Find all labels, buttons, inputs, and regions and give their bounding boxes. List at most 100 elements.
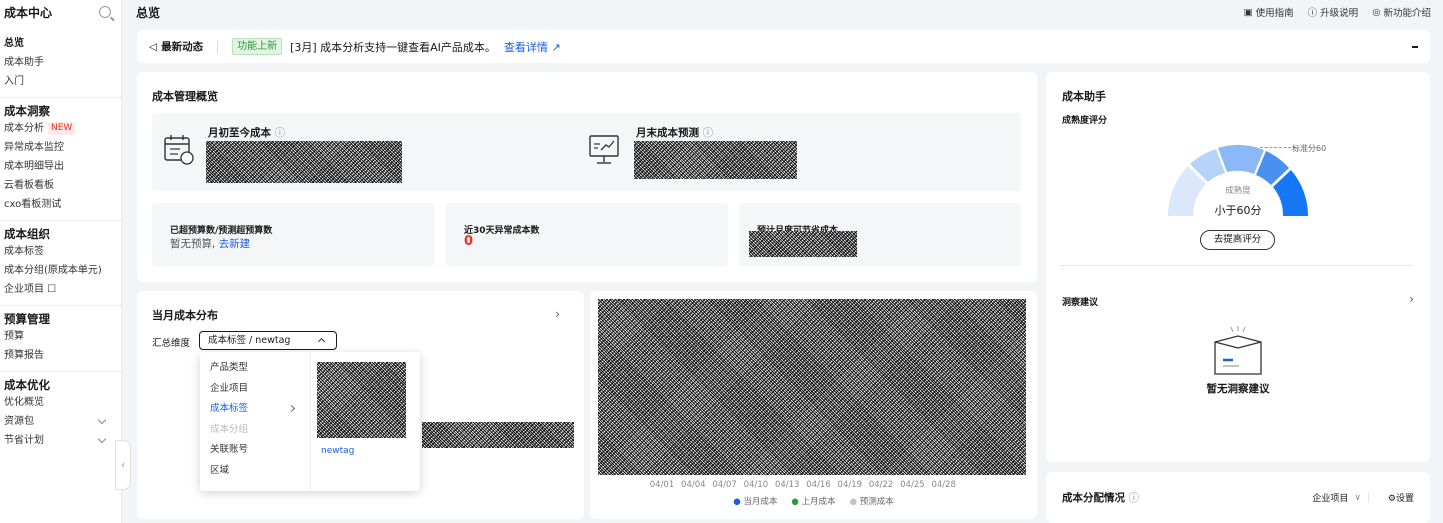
cost-summary-panel: 月初至今成本 ⓘ 月末成本预测 ⓘ (152, 113, 1021, 191)
help-icon[interactable]: ⓘ (275, 127, 286, 139)
sidebar-group-optimize: 成本优化 (0, 371, 121, 393)
create-budget-link[interactable]: 去新建 (219, 238, 251, 250)
trend-card: 04/01 04/04 04/07 04/10 04/13 04/16 04/19 04/22… (590, 291, 1037, 519)
legend-forecast[interactable]: ● 预测成本 (850, 495, 894, 507)
news-text: [3月] 成本分析支持一键查看AI产品成本。 (290, 40, 496, 54)
improve-score-button[interactable]: 去提高评分 (1200, 230, 1275, 250)
x-tick-label: 04/19 (838, 480, 863, 490)
budget-status: 暂无预算, 去新建 (170, 236, 250, 251)
x-tick-label: 04/13 (775, 480, 800, 490)
topbar: 总览 ▣ 使用指南 ⓘ 升级说明 ◎ 新功能介绍 (122, 0, 1443, 24)
sidebar-collapse-button[interactable]: ‹ (115, 440, 131, 490)
chevron-right-icon[interactable]: › (1409, 292, 1414, 306)
mtd-label: 月初至今成本 ⓘ (208, 125, 285, 140)
legend-dot: ● (733, 497, 741, 507)
calendar-chart-icon (164, 135, 194, 165)
saving-value-redacted (749, 231, 857, 257)
mtd-label-text: 月初至今成本 (208, 127, 271, 139)
forecast-value-redacted (634, 141, 797, 179)
sidebar-item-groups[interactable]: 成本分组(原成本单元) (0, 261, 121, 280)
divider (1060, 265, 1414, 266)
allocation-title-text: 成本分配情况 (1062, 492, 1125, 504)
budget-label: 已超预算数/预测超预算数 (170, 226, 273, 236)
sidebar-item-savings-plan[interactable]: 节省计划 (0, 431, 121, 450)
guide-link[interactable]: ▣ 使用指南 (1244, 5, 1294, 20)
distribution-chart-redacted (422, 422, 574, 448)
legend-current[interactable]: ● 当月成本 (733, 495, 777, 507)
collapse-news-button[interactable] (1412, 46, 1418, 48)
eye-icon: ◎ (1372, 6, 1381, 18)
sidebar-item-intro[interactable]: 入门 (0, 72, 121, 91)
sidebar-item-label: 节省计划 (4, 435, 44, 446)
upgrade-link[interactable]: ⓘ 升级说明 (1308, 5, 1359, 19)
legend-dot: ● (791, 497, 799, 507)
anomaly-panel: 近30天异常成本数 0 (446, 203, 728, 267)
gear-icon: ⚙ (1387, 494, 1396, 504)
trend-legend: ● 当月成本 ● 上月成本 ● 预测成本 (590, 495, 1037, 507)
overview-title: 成本管理概览 (152, 90, 218, 103)
sidebar-item-dashboard[interactable]: 云看板看板 (0, 176, 121, 195)
option-product-type[interactable]: 产品类型 (200, 358, 310, 379)
sidebar-item-label: 成本分析 (4, 123, 44, 134)
sidebar-item-anomaly[interactable]: 异常成本监控 (0, 138, 121, 157)
sidebar-item-budget[interactable]: 预算 (0, 327, 121, 346)
sub-option-newtag[interactable]: newtag (321, 446, 354, 456)
option-linked-account[interactable]: 关联账号 (200, 440, 310, 461)
divider (310, 352, 311, 491)
sidebar-group-org: 成本组织 (0, 220, 121, 242)
forecast-label: 月末成本预测 ⓘ (636, 125, 713, 140)
empty-box-icon (1214, 326, 1262, 375)
x-tick-label: 04/22 (869, 480, 894, 490)
insight-title: 洞察建议 (1062, 298, 1099, 308)
guide-link-label: 使用指南 (1255, 8, 1294, 19)
sidebar-item-packages[interactable]: 资源包 (0, 412, 121, 431)
anomaly-label: 近30天异常成本数 (464, 226, 540, 236)
sidebar-item-projects[interactable]: 企业项目 ☐ (0, 280, 121, 299)
allocation-select[interactable]: 企业项目 ∨ | (1312, 491, 1370, 505)
search-icon[interactable] (99, 6, 111, 18)
x-tick-label: 04/07 (712, 480, 737, 490)
sidebar-item-overview[interactable]: 总览 (0, 34, 121, 53)
legend-dot: ● (849, 497, 857, 507)
overview-card: 成本管理概览 月初至今成本 ⓘ 月末成本预测 ⓘ 已超预算数/预测超预算数 暂无… (137, 72, 1037, 282)
sidebar-item-assistant[interactable]: 成本助手 (0, 53, 121, 72)
chevron-right-icon[interactable]: › (555, 307, 560, 321)
new-badge: NEW (48, 122, 76, 135)
option-enterprise-project[interactable]: 企业项目 (200, 379, 310, 400)
sidebar-item-cost-analysis[interactable]: 成本分析 NEW (0, 119, 121, 138)
sidebar-item-optimize-overview[interactable]: 优化概览 (0, 393, 121, 412)
divider: | (1366, 492, 1370, 503)
assistant-title: 成本助手 (1062, 90, 1106, 103)
settings-button-label: 设置 (1395, 494, 1414, 504)
x-tick-label: 04/04 (681, 480, 706, 490)
legend-last[interactable]: ● 上月成本 (791, 495, 835, 507)
legend-label: 上月成本 (801, 497, 836, 507)
dimension-select[interactable]: 成本标签 / newtag (199, 331, 337, 350)
megaphone-icon: ◁ (149, 40, 158, 53)
insight-empty-text: 暂无洞察建议 (1206, 383, 1270, 395)
sidebar-item-budget-report[interactable]: 预算报告 (0, 346, 121, 365)
help-icon[interactable]: ⓘ (1129, 492, 1140, 504)
sidebar-item-cxo[interactable]: cxo看板测试 (0, 195, 121, 214)
top-links: ▣ 使用指南 ⓘ 升级说明 ◎ 新功能介绍 (1244, 5, 1431, 20)
upgrade-link-label: 升级说明 (1320, 8, 1359, 19)
x-tick-label: 04/10 (744, 480, 769, 490)
x-axis: 04/01 04/04 04/07 04/10 04/13 04/16 04/19 04/22… (650, 480, 956, 490)
gauge-caption: 成熟度 (1225, 186, 1251, 196)
page-title: 总览 (136, 5, 161, 20)
sidebar-item-tags[interactable]: 成本标签 (0, 242, 121, 261)
option-cost-group: 成本分组 (210, 423, 249, 435)
news-detail-link[interactable]: 查看详情 ↗ (504, 39, 561, 55)
settings-button[interactable]: ⚙设置 (1388, 491, 1414, 504)
option-region[interactable]: 区域 (200, 461, 310, 482)
help-icon[interactable]: ⓘ (703, 127, 714, 139)
new-features-link[interactable]: ◎ 新功能介绍 (1372, 5, 1431, 20)
x-tick-label: 04/28 (931, 480, 956, 490)
option-cost-tag[interactable]: 成本标签 (200, 399, 310, 420)
forecast-label-text: 月末成本预测 (636, 127, 699, 139)
anomaly-value[interactable]: 0 (464, 234, 473, 249)
sidebar-item-export[interactable]: 成本明细导出 (0, 157, 121, 176)
benchmark-line (1260, 147, 1296, 148)
sidebar-group-budget: 预算管理 (0, 305, 121, 327)
x-tick-label: 04/01 (650, 480, 675, 490)
